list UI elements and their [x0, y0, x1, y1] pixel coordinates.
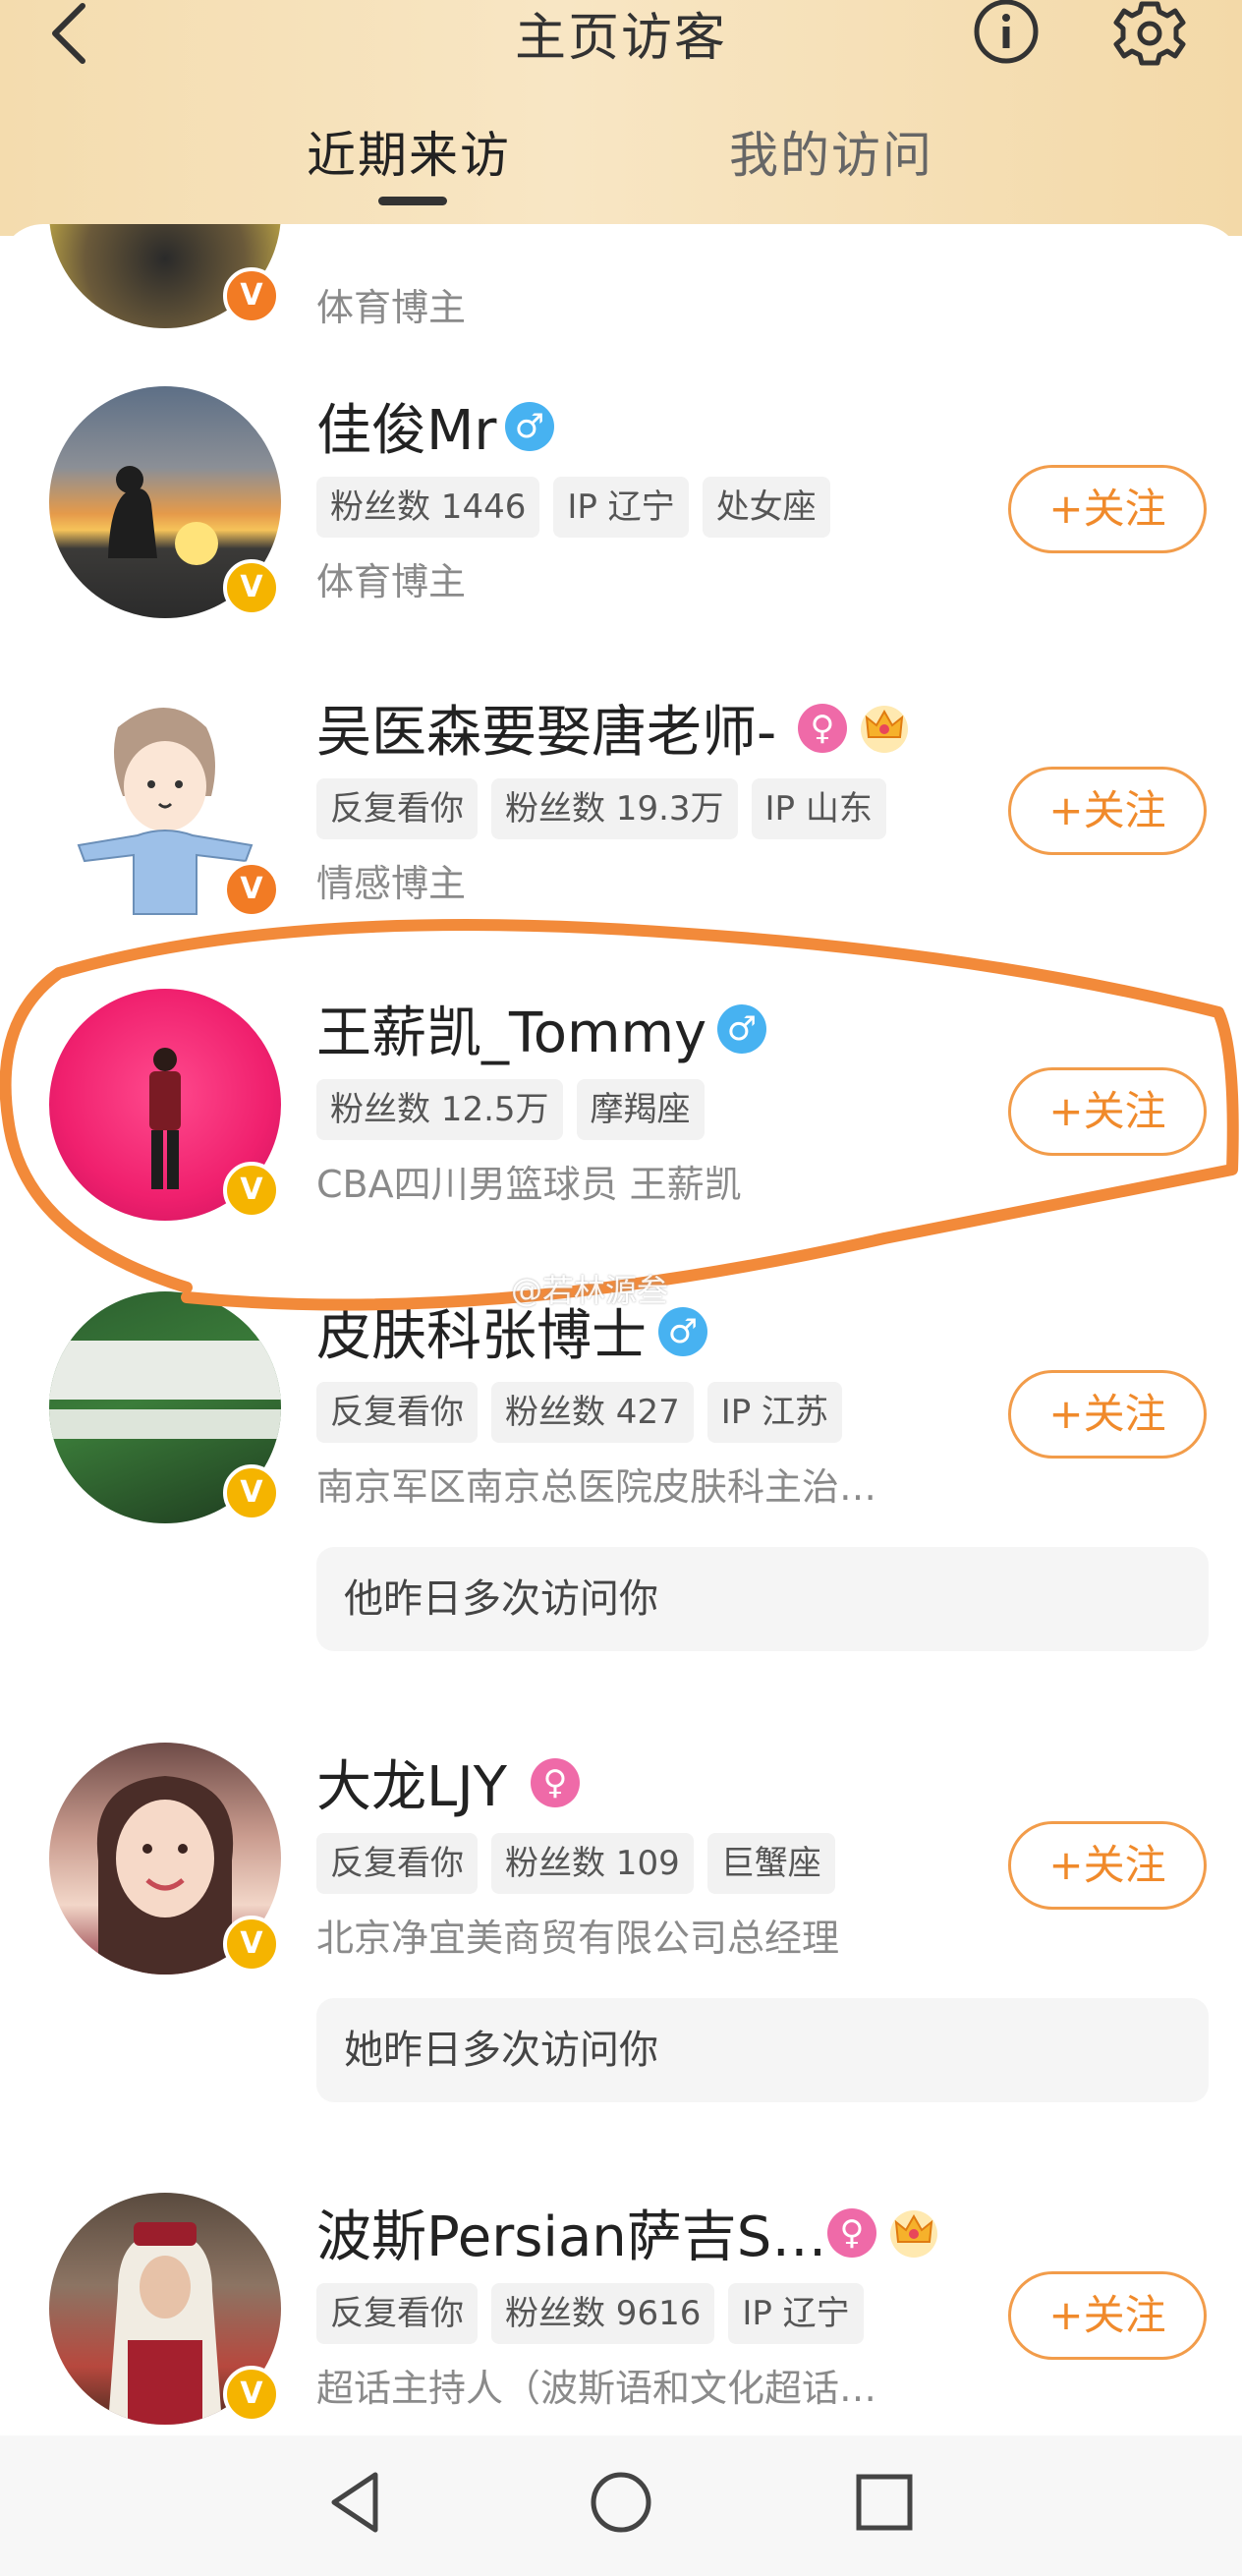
verified-badge-icon: V	[223, 1464, 280, 1521]
visit-note: 她昨日多次访问你	[316, 1998, 1209, 2102]
follow-button[interactable]: +关注	[1008, 1821, 1207, 1910]
tag: 反复看你	[316, 1833, 478, 1894]
visitor-name[interactable]: 吴医森要娶唐老师-	[316, 688, 776, 768]
list-item[interactable]: V 大龙LJY ♀ 反复看你 粉丝数 109 巨蟹座 北京净宜美商贸有限公司总经…	[0, 1743, 1242, 2175]
back-triangle-icon[interactable]	[316, 2463, 395, 2542]
recents-square-icon[interactable]	[845, 2463, 924, 2542]
list-item[interactable]: V 波斯Persian萨吉S… ♀ 反复看你 粉丝数 9616 IP 辽宁 超话…	[0, 2193, 1242, 2435]
female-gender-icon: ♀	[798, 704, 847, 753]
follow-button[interactable]: +关注	[1008, 1370, 1207, 1459]
visitor-tags: 反复看你 粉丝数 9616 IP 辽宁	[316, 2283, 864, 2344]
follow-button[interactable]: +关注	[1008, 1067, 1207, 1156]
list-item[interactable]: V 佳俊Mr ♂ 粉丝数 1446 IP 辽宁 处女座 体育博主 +关注	[0, 386, 1242, 642]
tab-recent-visits[interactable]: 近期来访	[307, 116, 511, 187]
visitor-list[interactable]: V 体育博主 V 佳俊Mr ♂ 粉丝数 1446 IP 辽宁 处女座 体育博主 …	[0, 224, 1242, 2435]
visitor-description: 北京净宜美商贸有限公司总经理	[316, 1917, 840, 1960]
visitor-description: 体育博主	[316, 286, 467, 329]
tag: 粉丝数 12.5万	[316, 1079, 563, 1140]
visitor-description: 南京军区南京总医院皮肤科主治…	[316, 1465, 877, 1509]
tag: IP 辽宁	[728, 2283, 864, 2344]
tag: 粉丝数 9616	[491, 2283, 715, 2344]
follow-button[interactable]: +关注	[1008, 2271, 1207, 2360]
verified-badge-icon: V	[223, 1916, 280, 1973]
male-gender-icon: ♂	[717, 1004, 766, 1054]
home-circle-icon[interactable]	[582, 2463, 660, 2542]
gear-icon[interactable]	[1112, 0, 1187, 73]
list-item[interactable]: V 吴医森要娶唐老师- ♀ 反复看你 粉丝数 19.3万 IP 山东 情感博主 …	[0, 688, 1242, 944]
active-tab-indicator	[378, 197, 447, 205]
visitor-description: 超话主持人（波斯语和文化超话…	[316, 2367, 877, 2410]
list-item[interactable]: V 王薪凯_Tommy ♂ 粉丝数 12.5万 摩羯座 CBA四川男篮球员 王薪…	[0, 989, 1242, 1244]
male-gender-icon: ♂	[658, 1307, 707, 1356]
verified-badge-icon: V	[223, 2366, 280, 2423]
tag: IP 辽宁	[553, 477, 689, 538]
visitor-name[interactable]: 大龙LJY	[316, 1743, 507, 1822]
verified-badge-icon: V	[223, 861, 280, 918]
visitor-description: CBA四川男篮球员 王薪凯	[316, 1163, 742, 1206]
follow-button[interactable]: +关注	[1008, 767, 1207, 855]
page-title: 主页访客	[514, 9, 727, 68]
crown-icon	[890, 2210, 937, 2258]
visitor-tags: 粉丝数 1446 IP 辽宁 处女座	[316, 477, 830, 538]
visitor-description: 情感博主	[316, 862, 467, 905]
visitor-name[interactable]: 佳俊Mr	[316, 386, 496, 466]
verified-badge-icon: V	[223, 559, 280, 616]
female-gender-icon: ♀	[827, 2208, 876, 2258]
visitor-tags: 反复看你 粉丝数 109 巨蟹座	[316, 1833, 835, 1894]
tag: 巨蟹座	[706, 1833, 835, 1894]
follow-button[interactable]: +关注	[1008, 465, 1207, 553]
visitor-name[interactable]: 王薪凯_Tommy	[316, 989, 706, 1068]
header: 主页访客 近期来访 我的访问	[0, 0, 1242, 236]
list-item[interactable]: V 皮肤科张博士 ♂ 反复看你 粉丝数 427 IP 江苏 南京军区南京总医院皮…	[0, 1291, 1242, 1724]
female-gender-icon: ♀	[531, 1758, 580, 1807]
visitor-tags: 反复看你 粉丝数 427 IP 江苏	[316, 1382, 843, 1443]
verified-badge-icon: V	[223, 1162, 280, 1219]
system-navbar	[0, 2435, 1242, 2576]
visitor-name[interactable]: 波斯Persian萨吉S…	[316, 2193, 826, 2272]
tag: 反复看你	[316, 2283, 478, 2344]
tag: IP 山东	[751, 778, 886, 839]
tag: 反复看你	[316, 778, 478, 839]
tag: 摩羯座	[576, 1079, 705, 1140]
visit-note: 他昨日多次访问你	[316, 1547, 1209, 1651]
tag: IP 江苏	[706, 1382, 843, 1443]
visitor-tags: 粉丝数 12.5万 摩羯座	[316, 1079, 705, 1140]
tag: 粉丝数 1446	[316, 477, 540, 538]
male-gender-icon: ♂	[505, 402, 554, 451]
info-icon[interactable]	[971, 0, 1042, 69]
tag: 粉丝数 19.3万	[491, 778, 738, 839]
tag: 反复看你	[316, 1382, 478, 1443]
verified-badge-icon: V	[223, 267, 280, 324]
list-item[interactable]: V 体育博主	[0, 224, 1242, 381]
tag: 粉丝数 427	[491, 1382, 694, 1443]
watermark: @若林源叁	[511, 1272, 669, 1309]
tag: 处女座	[702, 477, 830, 538]
crown-icon	[861, 706, 908, 753]
tag: 粉丝数 109	[491, 1833, 694, 1894]
visitor-description: 体育博主	[316, 560, 467, 603]
tab-my-visits[interactable]: 我的访问	[729, 116, 933, 187]
visitor-tags: 反复看你 粉丝数 19.3万 IP 山东	[316, 778, 886, 839]
